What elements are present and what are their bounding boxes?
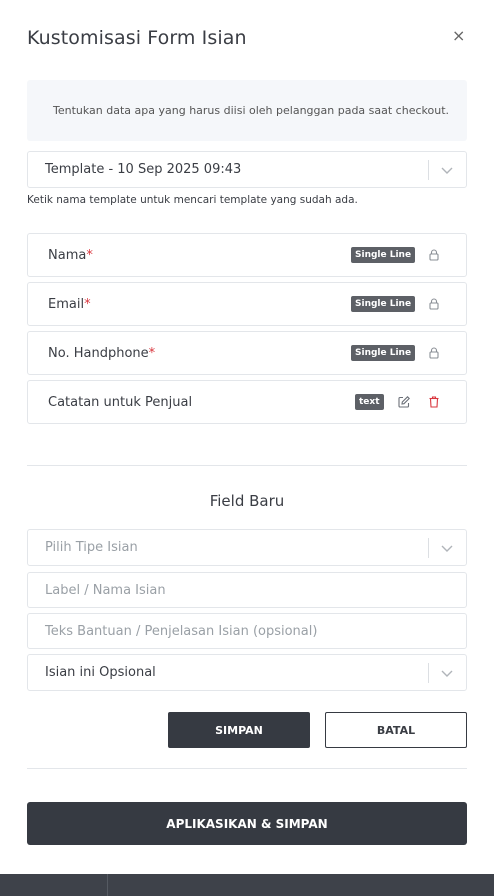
chevron-down-icon [441,167,453,174]
lock-icon [429,249,439,261]
required-mark: * [148,345,156,361]
lock-icon [429,347,439,359]
help-text-input[interactable]: Teks Bantuan / Penjelasan Isian (opsiona… [27,613,467,649]
field-type-badge: Single Line [351,345,416,361]
optional-select[interactable]: Isian ini Opsional [27,654,467,691]
edit-icon[interactable] [397,395,411,409]
field-type-select[interactable]: Pilih Tipe Isian [27,529,467,566]
field-label: Email [48,296,85,312]
template-hint: Ketik nama template untuk mencari templa… [27,194,358,206]
template-select-value: Template - 10 Sep 2025 09:43 [45,162,242,177]
divider [27,768,467,769]
template-select[interactable]: Template - 10 Sep 2025 09:43 [27,151,467,188]
field-label: No. Handphone [48,345,149,361]
apply-save-button[interactable]: APLIKASIKAN & SIMPAN [27,802,467,845]
field-type-badge: text [355,394,384,410]
field-type-badge: Single Line [351,247,416,263]
field-row-catatan: Catatan untuk Penjual text [27,380,467,424]
field-row-handphone: No. Handphone * Single Line [27,331,467,375]
save-button[interactable]: SIMPAN [168,712,310,748]
cancel-button[interactable]: BATAL [325,712,467,748]
background-footer-bar [0,874,494,896]
label-input[interactable]: Label / Nama Isian [27,572,467,608]
select-separator [428,538,429,558]
lock-icon [429,298,439,310]
field-type-placeholder: Pilih Tipe Isian [45,540,138,555]
customize-form-modal: Kustomisasi Form Isian × Tentukan data a… [0,0,494,874]
optional-select-value: Isian ini Opsional [45,665,156,680]
required-mark: * [86,247,93,263]
field-type-badge: Single Line [351,296,416,312]
info-box: Tentukan data apa yang harus diisi oleh … [27,80,467,141]
select-separator [428,160,429,180]
field-label: Nama [48,247,87,263]
modal-title: Kustomisasi Form Isian [27,27,247,49]
chevron-down-icon [441,670,453,677]
new-field-title: Field Baru [209,492,285,510]
close-icon[interactable]: × [452,28,465,44]
field-label: Catatan untuk Penjual [48,394,193,410]
field-row-nama: Nama * Single Line [27,233,467,277]
info-text: Tentukan data apa yang harus diisi oleh … [53,104,450,117]
select-separator [428,663,429,683]
trash-icon[interactable] [427,395,441,409]
divider [27,465,467,466]
chevron-down-icon [441,545,453,552]
field-row-email: Email * Single Line [27,282,467,326]
required-mark: * [84,296,91,312]
footer-separator [107,874,108,896]
